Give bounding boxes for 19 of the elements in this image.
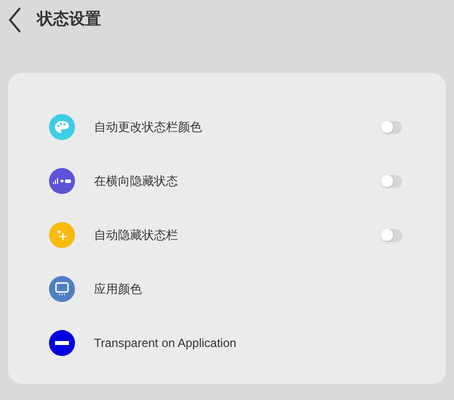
setting-label: 应用颜色: [94, 281, 143, 298]
settings-row[interactable]: 自动隐藏状态栏: [8, 208, 446, 262]
toggle-switch[interactable]: [382, 174, 402, 188]
setting-label: 自动隐藏状态栏: [94, 227, 179, 244]
setting-label: Transparent on Application: [94, 335, 238, 352]
settings-row[interactable]: 应用颜色: [8, 262, 446, 316]
page-title: 状态设置: [37, 9, 101, 30]
status-bar-icon: [53, 178, 71, 184]
settings-row[interactable]: Transparent on Application: [8, 316, 446, 370]
toggle-switch[interactable]: [382, 120, 402, 134]
palette-icon: [55, 121, 69, 133]
settings-row[interactable]: 在横向隐藏状态: [8, 154, 446, 208]
setting-label: 在横向隐藏状态: [94, 173, 179, 190]
setting-label: 自动更改状态栏颜色: [94, 119, 203, 136]
monitor-icon: [55, 282, 69, 296]
sparkle-icon: [56, 229, 68, 241]
settings-row[interactable]: 自动更改状态栏颜色: [8, 100, 446, 154]
minus-icon: [55, 341, 69, 345]
toggle-switch[interactable]: [382, 228, 402, 242]
